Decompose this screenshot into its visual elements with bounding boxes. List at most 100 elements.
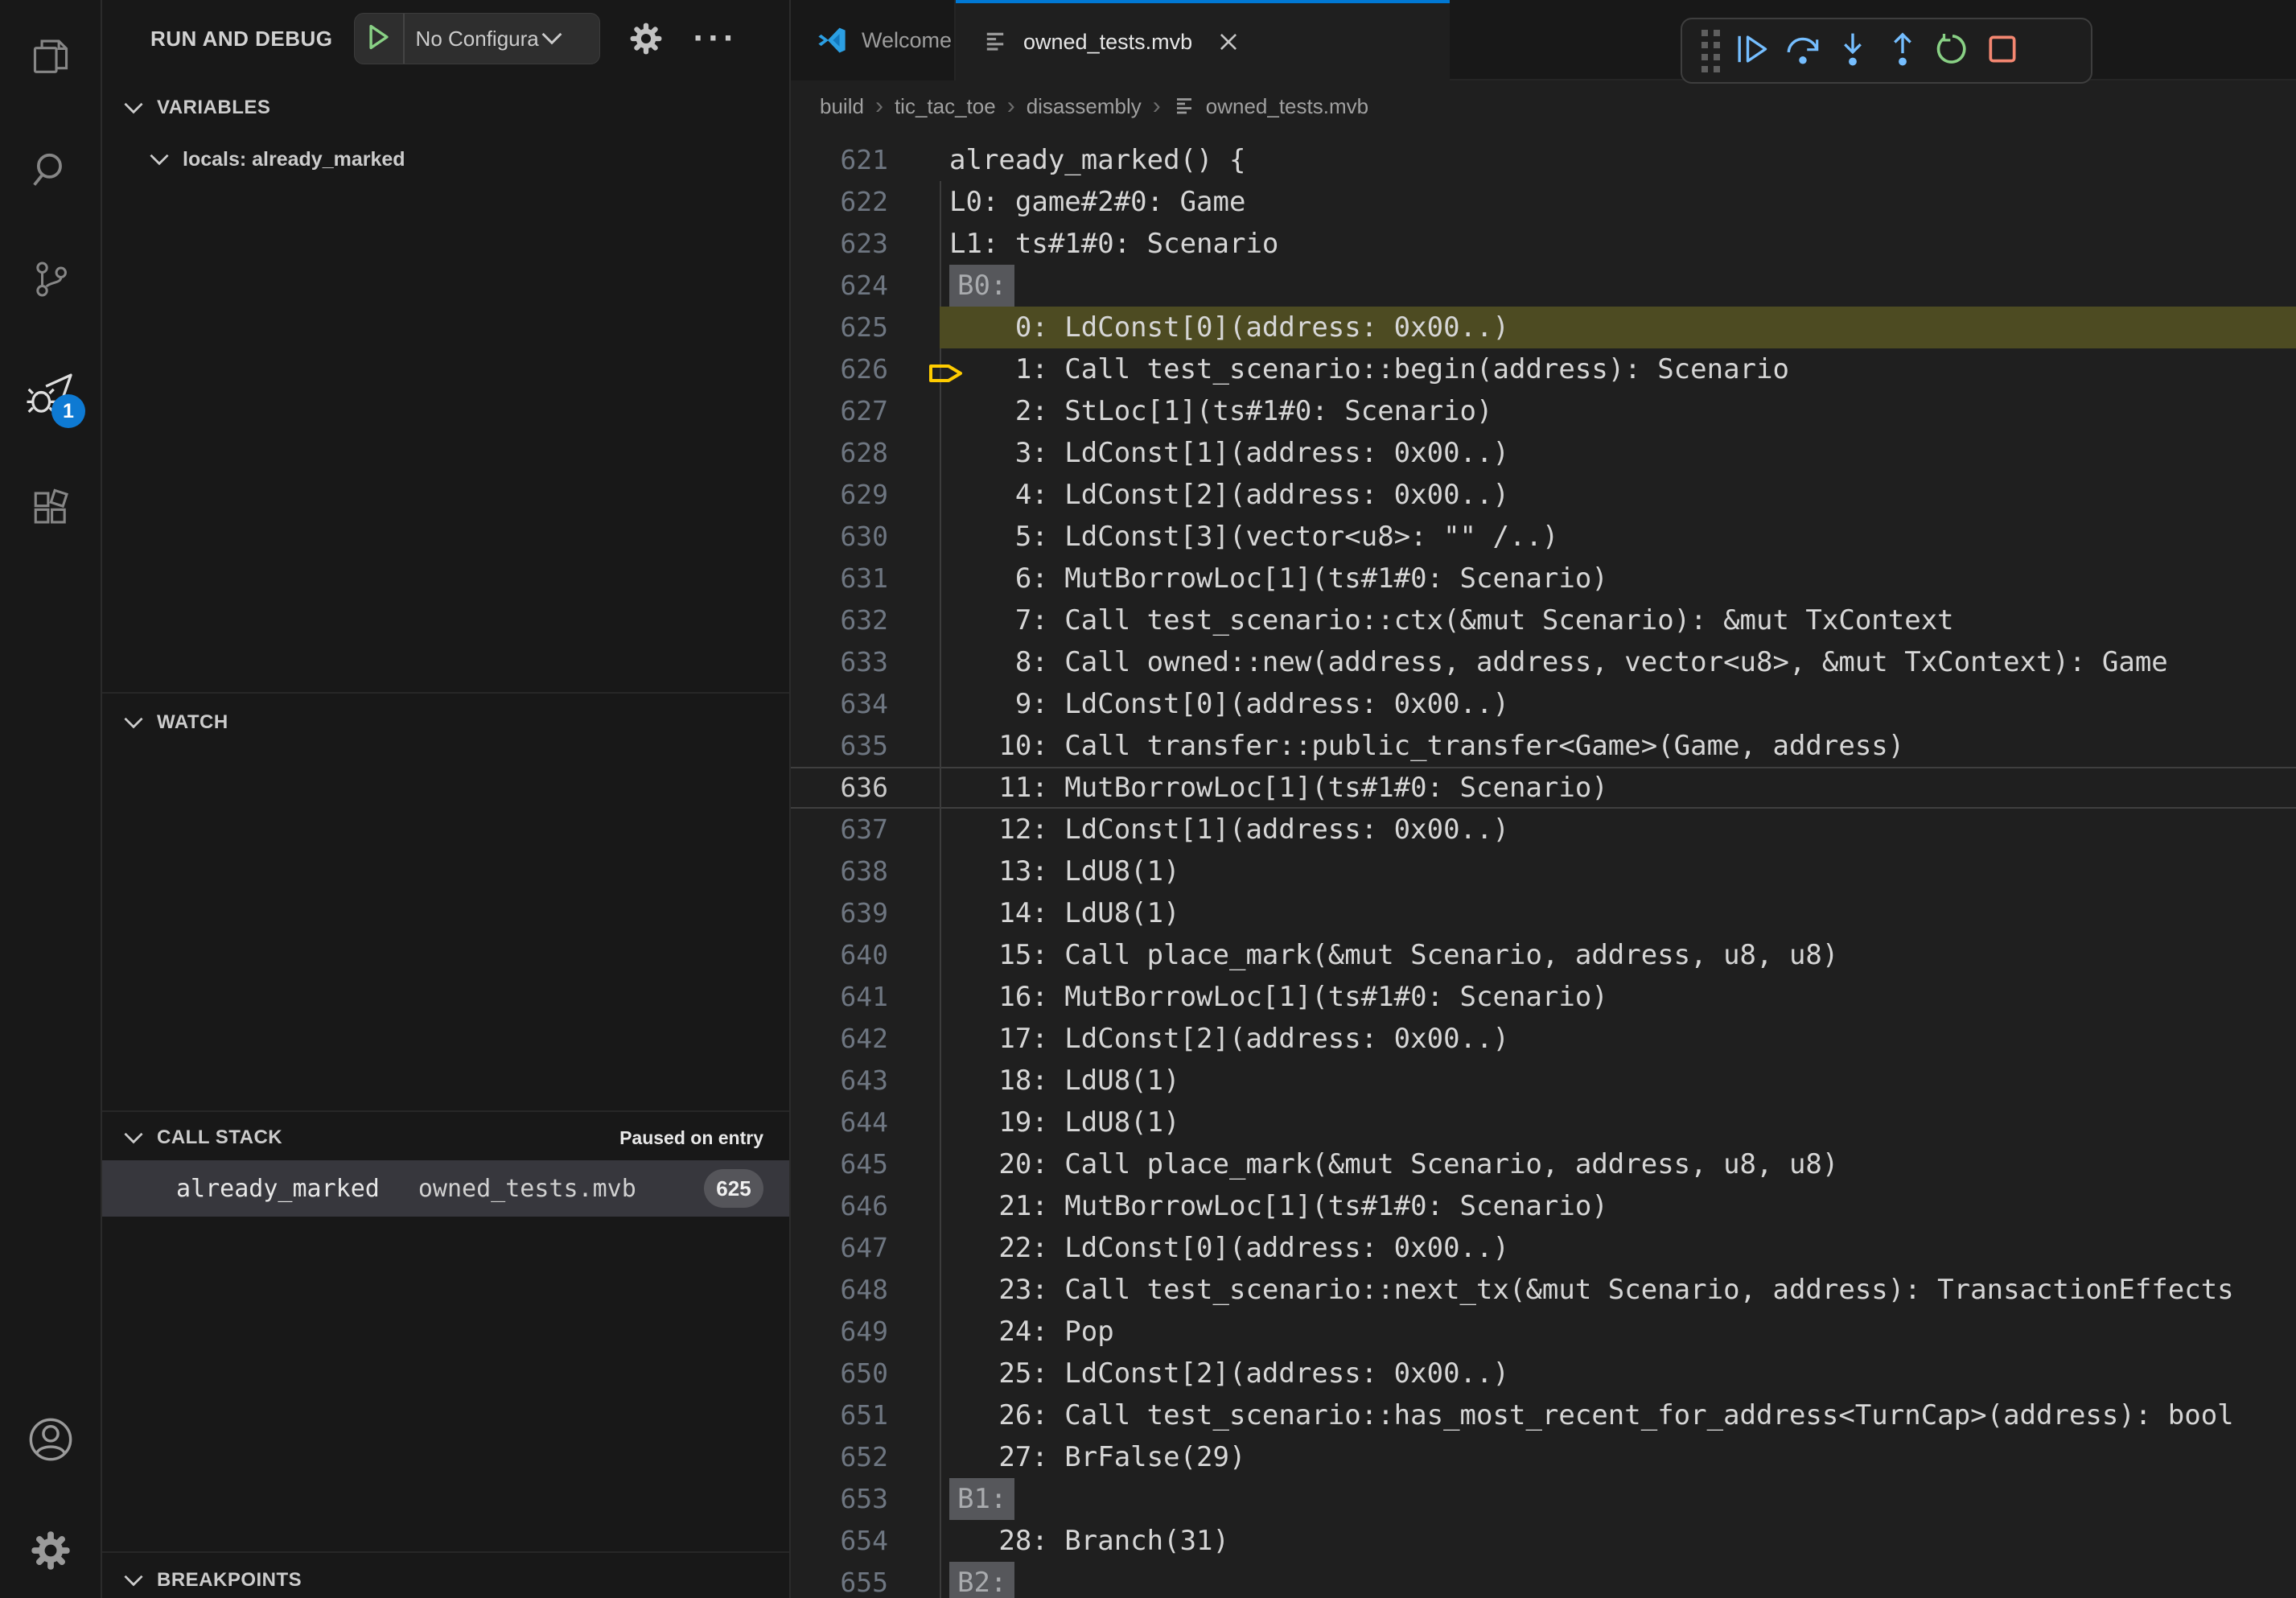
code-line[interactable]: 633 8: Call owned::new(address, address,… [791,641,2296,683]
line-gutter[interactable]: 633 [791,641,940,683]
breakpoints-section-header[interactable]: BREAKPOINTS [102,1559,789,1598]
sidebar-item-source-control[interactable] [0,235,101,323]
line-gutter[interactable]: 632 [791,599,940,641]
step-out-button[interactable] [1878,26,1928,76]
line-gutter[interactable]: 652 [791,1436,940,1478]
line-gutter[interactable]: 638 [791,850,940,892]
code-line[interactable]: 629 4: LdConst[2](address: 0x00..) [791,474,2296,516]
code-line[interactable]: 644 19: LdU8(1) [791,1102,2296,1143]
code-line[interactable]: 634 9: LdConst[0](address: 0x00..) [791,683,2296,725]
code-line[interactable]: 650 25: LdConst[2](address: 0x00..) [791,1353,2296,1394]
code-line[interactable]: 648 23: Call test_scenario::next_tx(&mut… [791,1269,2296,1311]
line-gutter[interactable]: 634 [791,683,940,725]
close-icon[interactable] [1213,27,1244,57]
code-line[interactable]: 622 L0: game#2#0: Game [791,181,2296,223]
tab-owned-tests[interactable]: owned_tests.mvb [956,0,1450,80]
locals-scope-row[interactable]: locals: already_marked [102,138,789,180]
line-gutter[interactable]: 626 [791,348,940,390]
code-line[interactable]: 645 20: Call place_mark(&mut Scenario, a… [791,1143,2296,1185]
line-gutter[interactable]: 636 [791,767,940,809]
line-gutter[interactable]: 625 [791,307,940,348]
code-line[interactable]: 655 B2: [791,1562,2296,1598]
call-stack-section-header[interactable]: CALL STACK Paused on entry [102,1117,789,1159]
account-button[interactable] [0,1395,101,1484]
line-gutter[interactable]: 631 [791,558,940,599]
breadcrumb-item[interactable]: tic_tac_toe [895,94,996,119]
step-into-button[interactable] [1828,26,1878,76]
code-line[interactable]: 646 21: MutBorrowLoc[1](ts#1#0: Scenario… [791,1185,2296,1227]
code-line[interactable]: 631 6: MutBorrowLoc[1](ts#1#0: Scenario) [791,558,2296,599]
code-line[interactable]: 641 16: MutBorrowLoc[1](ts#1#0: Scenario… [791,976,2296,1018]
line-gutter[interactable]: 629 [791,474,940,516]
code-line[interactable]: 643 18: LdU8(1) [791,1060,2296,1102]
code-line[interactable]: 640 15: Call place_mark(&mut Scenario, a… [791,934,2296,976]
line-gutter[interactable]: 654 [791,1520,940,1562]
drag-gripper[interactable] [1701,30,1720,72]
line-gutter[interactable]: 621 [791,139,940,181]
breadcrumb-file[interactable]: owned_tests.mvb [1172,94,1368,119]
start-debug-button[interactable] [355,14,405,64]
code-line[interactable]: 637 12: LdConst[1](address: 0x00..) [791,809,2296,850]
sidebar-item-search[interactable] [0,126,101,214]
breadcrumb-item[interactable]: disassembly [1027,94,1142,119]
sidebar-item-explorer[interactable] [0,11,101,100]
line-gutter[interactable]: 651 [791,1394,940,1436]
line-gutter[interactable]: 646 [791,1185,940,1227]
code-line[interactable]: 635 10: Call transfer::public_transfer<G… [791,725,2296,767]
code-line[interactable]: 623 L1: ts#1#0: Scenario [791,223,2296,265]
line-gutter[interactable]: 644 [791,1102,940,1143]
code-line[interactable]: 628 3: LdConst[1](address: 0x00..) [791,432,2296,474]
code-line[interactable]: 626 1: Call test_scenario::begin(address… [791,348,2296,390]
line-gutter[interactable]: 624 [791,265,940,307]
line-gutter[interactable]: 627 [791,390,940,432]
line-gutter[interactable]: 650 [791,1353,940,1394]
step-over-button[interactable] [1778,26,1828,76]
line-gutter[interactable]: 647 [791,1227,940,1269]
line-gutter[interactable]: 630 [791,516,940,558]
stop-button[interactable] [1977,26,2027,76]
variables-section-header[interactable]: VARIABLES [102,87,789,129]
line-gutter[interactable]: 640 [791,934,940,976]
stack-frame-row[interactable]: already_marked owned_tests.mvb 625 [102,1160,789,1217]
code-editor[interactable]: 621 already_marked() { 622 L0: game#2#0:… [791,132,2296,1598]
code-line[interactable]: 647 22: LdConst[0](address: 0x00..) [791,1227,2296,1269]
restart-button[interactable] [1928,26,1977,76]
continue-button[interactable] [1728,26,1778,76]
line-gutter[interactable]: 623 [791,223,940,265]
line-gutter[interactable]: 628 [791,432,940,474]
code-line[interactable]: 636 11: MutBorrowLoc[1](ts#1#0: Scenario… [791,767,2296,809]
launch-config-dropdown[interactable]: No Configura [354,13,600,64]
code-line[interactable]: 651 26: Call test_scenario::has_most_rec… [791,1394,2296,1436]
line-gutter[interactable]: 648 [791,1269,940,1311]
line-gutter[interactable]: 645 [791,1143,940,1185]
code-line[interactable]: 642 17: LdConst[2](address: 0x00..) [791,1018,2296,1060]
line-gutter[interactable]: 639 [791,892,940,934]
line-gutter[interactable]: 641 [791,976,940,1018]
code-line[interactable]: 654 28: Branch(31) [791,1520,2296,1562]
code-line[interactable]: 639 14: LdU8(1) [791,892,2296,934]
code-line[interactable]: 625 0: LdConst[0](address: 0x00..) [791,307,2296,348]
line-gutter[interactable]: 642 [791,1018,940,1060]
debug-settings-gear-button[interactable] [627,20,665,57]
sidebar-item-run-and-debug[interactable]: 1 [0,349,101,438]
line-gutter[interactable]: 653 [791,1478,940,1520]
breadcrumb-item[interactable]: build [820,94,864,119]
watch-section-header[interactable]: WATCH [102,702,789,743]
code-line[interactable]: 630 5: LdConst[3](vector<u8>: "" /..) [791,516,2296,558]
code-line[interactable]: 632 7: Call test_scenario::ctx(&mut Scen… [791,599,2296,641]
code-line[interactable]: 653 B1: [791,1478,2296,1520]
line-gutter[interactable]: 637 [791,809,940,850]
settings-button[interactable] [0,1506,101,1595]
line-gutter[interactable]: 622 [791,181,940,223]
code-line[interactable]: 649 24: Pop [791,1311,2296,1353]
code-line[interactable]: 652 27: BrFalse(29) [791,1436,2296,1478]
code-line[interactable]: 624 B0: [791,265,2296,307]
code-line[interactable]: 621 already_marked() { [791,139,2296,181]
code-line[interactable]: 627 2: StLoc[1](ts#1#0: Scenario) [791,390,2296,432]
sidebar-item-extensions[interactable] [0,463,101,552]
tab-welcome[interactable]: Welcome [791,0,956,80]
line-gutter[interactable]: 655 [791,1562,940,1598]
more-actions-button[interactable]: ··· [693,31,739,47]
line-gutter[interactable]: 643 [791,1060,940,1102]
line-gutter[interactable]: 649 [791,1311,940,1353]
